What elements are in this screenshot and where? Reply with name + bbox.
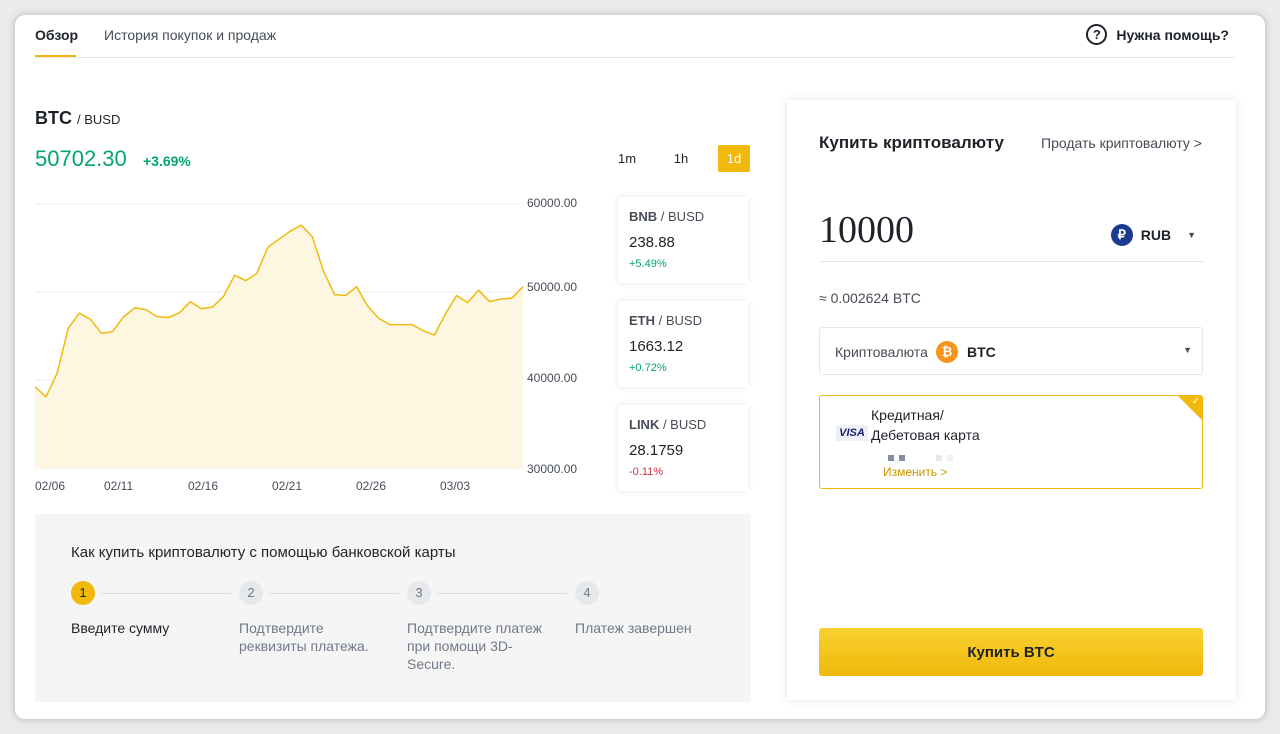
x-tick-label: 02/26 [356,479,387,493]
approx-amount: ≈ 0.002624 BTC [819,290,921,306]
timeframe-1h[interactable]: 1h [665,145,697,172]
change-payment-link[interactable]: Изменить > [883,465,947,479]
buy-title: Купить криптовалюту [819,133,1004,152]
timeframe-1d[interactable]: 1d [718,145,750,172]
pair-title: BTC / BUSD [35,108,120,129]
how-to-buy-steps: Как купить криптовалюту с помощью банков… [35,514,751,702]
tab-overview[interactable]: Обзор [35,27,78,43]
market-change: +0.72% [629,362,667,374]
amount-field: ₽ RUB ▼ [819,205,1204,262]
tab-bar: Обзор История покупок и продаж ? Нужна п… [35,15,1235,58]
steps-title: Как купить криптовалюту с помощью банков… [71,544,456,561]
market-price: 28.1759 [629,442,684,459]
market-change: -0.11% [629,466,664,478]
currency-code: RUB [1140,227,1172,243]
market-card-link[interactable]: LINK / BUSD 28.1759 -0.11% [618,405,748,491]
price-chart-svg [35,203,524,469]
x-tick-label: 02/06 [35,479,66,493]
market-change: +5.49% [629,258,667,270]
x-tick-label: 02/21 [272,479,303,493]
pair-base: BTC [35,108,72,128]
timeframe-1m[interactable]: 1m [611,145,643,172]
tab-history[interactable]: История покупок и продаж [104,27,276,43]
step-label: Подтвердите платеж при помощи 3D-Secure. [407,620,543,672]
x-tick-label: 03/03 [440,479,471,493]
payment-method-card[interactable]: ✓ VISA Кредитная/ Дебетовая карта Измени… [819,395,1203,489]
currency-select[interactable]: ₽ RUB ▼ [1110,224,1196,246]
crypto-select-label: Криптовалюта [835,344,928,360]
x-tick-label: 02/11 [104,479,134,493]
step-number: 4 [575,581,599,605]
y-tick-label: 30000.00 [527,462,578,476]
price-change: +3.69% [143,153,191,169]
step-label: Платеж завершен [575,620,692,636]
help-link[interactable]: ? Нужна помощь? [1086,24,1229,45]
price-chart: 60000.00 50000.00 40000.00 30000.00 02/0… [35,193,595,493]
market-symbol: BNB / BUSD [629,209,705,224]
help-label: Нужна помощь? [1116,26,1229,43]
crypto-symbol: BTC [967,344,996,360]
market-price: 1663.12 [629,338,684,355]
market-price: 238.88 [629,234,675,251]
active-tab-indicator [35,55,76,57]
pair-quote: / BUSD [77,112,121,127]
caret-down-icon: ▼ [1183,345,1192,355]
step-connector [437,593,567,594]
step-connector [269,593,399,594]
question-circle-icon: ? [1086,24,1108,45]
step-label: Подтвердите реквизиты платежа. [239,620,369,654]
y-tick-label: 60000.00 [527,196,578,210]
buy-panel: Купить криптовалюту Продать криптовалюту… [787,100,1236,700]
step-label: Введите сумму [71,620,170,636]
step-number: 1 [71,581,95,605]
market-card-bnb[interactable]: BNB / BUSD 238.88 +5.49% [618,197,748,283]
buy-button[interactable]: Купить BTC [819,628,1203,676]
check-icon: ✓ [1191,396,1200,407]
x-tick-label: 02/16 [188,479,219,493]
ruble-icon: ₽ [1110,224,1133,246]
sell-crypto-link[interactable]: Продать криптовалюту > [1041,135,1202,151]
y-tick-label: 40000.00 [527,371,578,385]
amount-input[interactable] [819,205,1089,255]
caret-down-icon: ▼ [1187,230,1196,240]
market-symbol: LINK / BUSD [629,417,707,432]
step-number: 2 [239,581,263,605]
app-window: Обзор История покупок и продаж ? Нужна п… [15,15,1265,719]
current-price: 50702.30 [35,146,127,171]
masked-card-number [888,448,958,466]
market-card-eth[interactable]: ETH / BUSD 1663.12 +0.72% [618,301,748,387]
market-symbol: ETH / BUSD [629,313,702,328]
y-tick-label: 50000.00 [527,280,578,294]
step-connector [101,593,231,594]
price-area [35,225,523,468]
payment-method-name: Кредитная/ Дебетовая карта [871,407,980,443]
bitcoin-icon: ₿ [936,341,958,363]
visa-logo: VISA [836,425,868,441]
step-number: 3 [407,581,431,605]
crypto-select[interactable]: Криптовалюта ₿ BTC ▼ [819,327,1203,375]
